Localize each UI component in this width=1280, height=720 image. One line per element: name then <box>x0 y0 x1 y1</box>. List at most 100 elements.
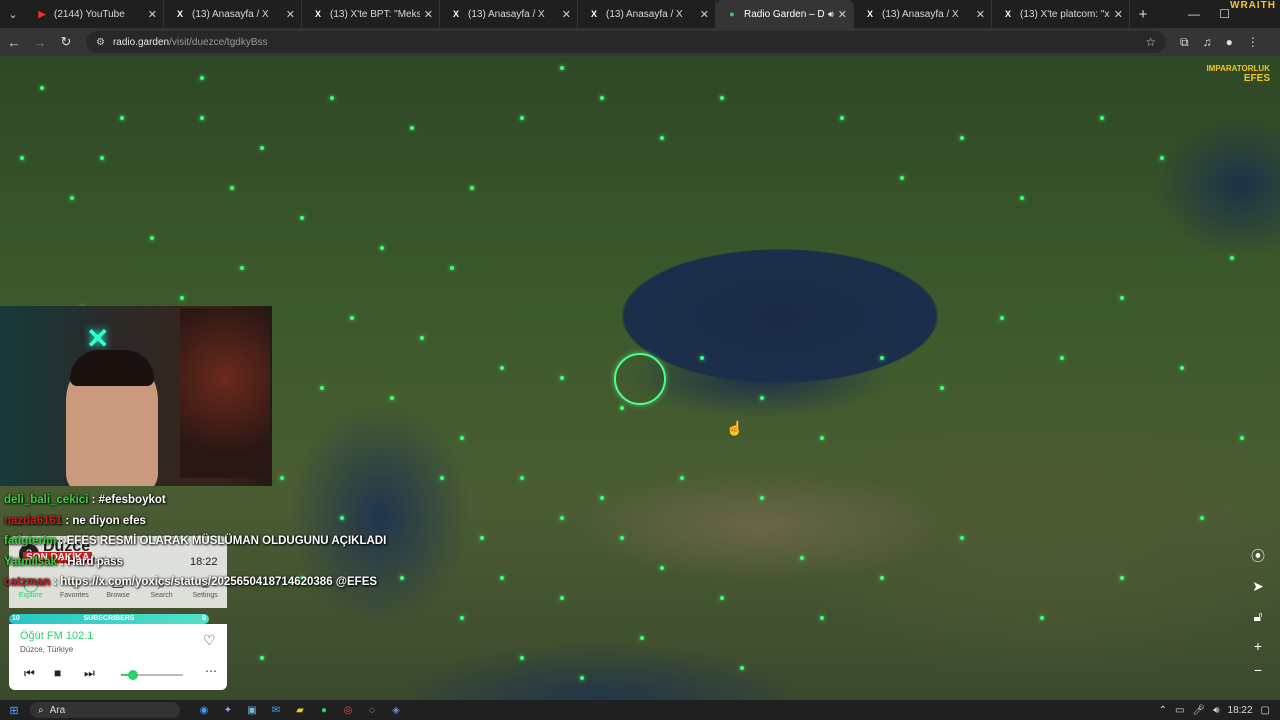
radio-station-dot[interactable] <box>460 616 464 620</box>
radio-station-dot[interactable] <box>660 566 664 570</box>
tab-audio-icon[interactable]: 🔊︎ <box>828 9 834 20</box>
back-button[interactable]: ← <box>2 30 26 54</box>
radio-station-dot[interactable] <box>700 356 704 360</box>
radio-station-dot[interactable] <box>520 476 524 480</box>
radio-station-dot[interactable] <box>1160 156 1164 160</box>
next-icon[interactable]: ⏭ <box>84 666 95 681</box>
radio-station-dot[interactable] <box>260 146 264 150</box>
radio-station-dot[interactable] <box>580 676 584 680</box>
radio-station-dot[interactable] <box>1120 576 1124 580</box>
zoom-in-button[interactable]: + <box>1248 636 1268 656</box>
store-icon[interactable]: ▣ <box>242 705 262 716</box>
tab-close-icon[interactable]: ✕ <box>976 8 985 21</box>
radio-station-dot[interactable] <box>560 516 564 520</box>
locate-pin-icon[interactable]: ⦿ <box>1248 546 1268 566</box>
tab-close-icon[interactable]: ✕ <box>424 8 433 21</box>
radio-station-dot[interactable] <box>100 156 104 160</box>
edge-icon[interactable]: ◉ <box>194 705 214 716</box>
radio-station-dot[interactable] <box>1000 316 1004 320</box>
radio-station-dot[interactable] <box>200 116 204 120</box>
radio-station-dot[interactable] <box>1120 296 1124 300</box>
tab-close-icon[interactable]: ✕ <box>1114 8 1123 21</box>
tab-close-icon[interactable]: ✕ <box>286 8 295 21</box>
discord-icon[interactable]: ◈ <box>386 705 406 716</box>
radio-station-dot[interactable] <box>480 536 484 540</box>
browser-tab[interactable]: X (13) Anasayfa / X ✕ <box>854 0 992 28</box>
favorite-heart-icon[interactable]: ♡ <box>203 632 216 649</box>
radio-station-dot[interactable] <box>180 296 184 300</box>
radio-station-dot[interactable] <box>410 126 414 130</box>
radio-station-dot[interactable] <box>1230 256 1234 260</box>
zoom-out-button[interactable]: − <box>1248 660 1268 680</box>
station-name[interactable]: Öğüt FM 102.1 <box>20 630 93 642</box>
browser-tab[interactable]: ● Radio Garden – Düzce🔊︎ ✕ <box>716 0 854 28</box>
taskbar-search[interactable]: ⌕ Ara <box>30 702 180 718</box>
radio-station-dot[interactable] <box>500 576 504 580</box>
radio-station-dot[interactable] <box>470 186 474 190</box>
radio-station-dot[interactable] <box>800 556 804 560</box>
radio-station-dot[interactable] <box>680 476 684 480</box>
tab-close-icon[interactable]: ✕ <box>700 8 709 21</box>
browser-tab[interactable]: X (13) Anasayfa / X ✕ <box>440 0 578 28</box>
radio-station-dot[interactable] <box>380 246 384 250</box>
browser-tab[interactable]: X (13) X'te BPT: "Meksika'd ✕ <box>302 0 440 28</box>
radio-station-dot[interactable] <box>620 536 624 540</box>
radio-station-dot[interactable] <box>560 376 564 380</box>
radio-station-dot[interactable] <box>390 396 394 400</box>
radio-station-dot[interactable] <box>600 96 604 100</box>
radio-station-dot[interactable] <box>560 66 564 70</box>
spotify-icon[interactable]: ● <box>314 705 334 716</box>
profile-avatar[interactable]: ● <box>1226 35 1233 49</box>
media-controls-icon[interactable]: ♫ <box>1203 35 1212 49</box>
radio-station-dot[interactable] <box>960 536 964 540</box>
bookmark-star-icon[interactable]: ☆ <box>1145 35 1156 49</box>
radio-station-dot[interactable] <box>560 596 564 600</box>
extensions-icon[interactable]: ⧉ <box>1180 35 1189 50</box>
radio-station-dot[interactable] <box>300 216 304 220</box>
stop-icon[interactable]: ■ <box>54 666 61 680</box>
radio-station-dot[interactable] <box>330 96 334 100</box>
radio-station-dot[interactable] <box>240 266 244 270</box>
radio-station-dot[interactable] <box>40 86 44 90</box>
radio-station-dot[interactable] <box>620 406 624 410</box>
lock-icon[interactable]: 🔓︎ <box>1248 606 1268 626</box>
radio-station-dot[interactable] <box>1060 356 1064 360</box>
obs-icon[interactable]: ◌ <box>362 705 382 716</box>
copilot-icon[interactable]: ✦ <box>218 705 238 716</box>
network-icon[interactable]: ▭ <box>1175 705 1184 716</box>
radio-station-dot[interactable] <box>520 116 524 120</box>
current-location-icon[interactable]: ➤ <box>1248 576 1268 596</box>
volume-slider-knob[interactable] <box>128 670 139 680</box>
radio-station-dot[interactable] <box>880 356 884 360</box>
radio-station-dot[interactable] <box>150 236 154 240</box>
browser-tab[interactable]: X (13) Anasayfa / X ✕ <box>164 0 302 28</box>
selected-station-ring[interactable] <box>614 353 666 405</box>
radio-station-dot[interactable] <box>280 476 284 480</box>
tray-chevron-icon[interactable]: ⌃ <box>1159 705 1167 716</box>
radio-station-dot[interactable] <box>760 496 764 500</box>
radio-station-dot[interactable] <box>880 576 884 580</box>
chrome-icon[interactable]: ◎ <box>338 705 358 716</box>
mic-icon[interactable]: 🎤︎ <box>1193 705 1206 716</box>
radio-station-dot[interactable] <box>1020 196 1024 200</box>
radio-station-dot[interactable] <box>820 436 824 440</box>
radio-station-dot[interactable] <box>230 186 234 190</box>
site-info-icon[interactable]: ⚙ <box>96 37 105 48</box>
tab-close-icon[interactable]: ✕ <box>838 8 847 21</box>
radio-station-dot[interactable] <box>720 596 724 600</box>
tab-search-button[interactable]: ⌄ <box>0 0 26 28</box>
previous-icon[interactable]: ⏮ <box>24 666 35 681</box>
radio-station-dot[interactable] <box>440 476 444 480</box>
tab-close-icon[interactable]: ✕ <box>148 8 157 21</box>
radio-station-dot[interactable] <box>600 496 604 500</box>
radio-station-dot[interactable] <box>120 116 124 120</box>
file-explorer-icon[interactable]: ▰ <box>290 705 310 716</box>
radio-station-dot[interactable] <box>460 436 464 440</box>
radio-station-dot[interactable] <box>20 156 24 160</box>
forward-button[interactable]: → <box>28 30 52 54</box>
radio-station-dot[interactable] <box>420 336 424 340</box>
minimize-button[interactable]: — <box>1188 0 1200 28</box>
address-bar[interactable]: ⚙ radio.garden/visit/duezce/tgdkyBss ☆ <box>86 31 1166 53</box>
radio-station-dot[interactable] <box>1240 436 1244 440</box>
radio-station-dot[interactable] <box>740 666 744 670</box>
